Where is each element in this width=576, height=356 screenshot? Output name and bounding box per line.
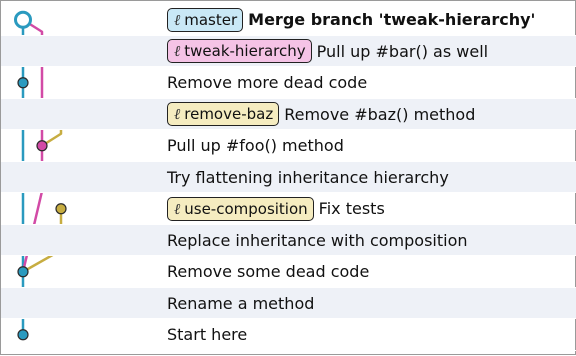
commit-message: Pull up #bar() as well bbox=[316, 41, 489, 61]
commit-row[interactable]: ℓ remove-baz Remove #baz() method bbox=[1, 98, 576, 131]
commit-row[interactable]: Pull up #foo() method bbox=[1, 130, 576, 162]
commit-row[interactable]: Rename a method bbox=[1, 287, 576, 320]
branch-label[interactable]: ℓ use-composition bbox=[167, 196, 314, 221]
commit-row[interactable]: Replace inheritance with composition bbox=[1, 224, 576, 257]
branch-label[interactable]: ℓ tweak-hierarchy bbox=[167, 39, 312, 64]
branch-label[interactable]: ℓ remove-baz bbox=[167, 102, 280, 127]
commit-message: Remove some dead code bbox=[167, 262, 370, 281]
commit-row-content: Remove some dead code bbox=[167, 256, 369, 288]
branch-icon: ℓ bbox=[174, 42, 181, 61]
commit-row[interactable]: ℓ tweak-hierarchy Pull up #bar() as well bbox=[1, 35, 576, 68]
commit-row[interactable]: ℓ use-composition Fix tests bbox=[1, 193, 576, 225]
commit-message: Rename a method bbox=[167, 293, 315, 313]
branch-label-text: tweak-hierarchy bbox=[184, 42, 306, 61]
commit-message: Merge branch 'tweak-hierarchy' bbox=[248, 10, 536, 29]
commit-row-content: ℓ remove-baz Remove #baz() method bbox=[167, 99, 475, 131]
commit-row[interactable]: Start here bbox=[1, 319, 576, 351]
commit-message: Remove #baz() method bbox=[284, 104, 476, 124]
branch-label[interactable]: ℓ master bbox=[167, 7, 244, 32]
commit-row-content: Replace inheritance with composition bbox=[167, 225, 468, 257]
commit-message: Fix tests bbox=[318, 199, 385, 218]
commit-message: Replace inheritance with composition bbox=[167, 230, 468, 250]
commit-row[interactable]: ℓ master Merge branch 'tweak-hierarchy' bbox=[1, 4, 576, 36]
commit-message: Start here bbox=[167, 325, 248, 344]
branch-icon: ℓ bbox=[174, 199, 181, 218]
commit-history-panel: ℓ master Merge branch 'tweak-hierarchy' ℓ tw… bbox=[0, 0, 576, 355]
commit-row[interactable]: Remove more dead code bbox=[1, 67, 576, 99]
commit-row-content: ℓ master Merge branch 'tweak-hierarchy' bbox=[167, 4, 535, 36]
branch-label-text: master bbox=[184, 10, 238, 29]
commit-row-content: Pull up #foo() method bbox=[167, 130, 344, 162]
commit-message: Pull up #foo() method bbox=[167, 136, 344, 155]
commit-row[interactable]: Try flattening inheritance hierarchy bbox=[1, 161, 576, 194]
commit-message: Remove more dead code bbox=[167, 73, 368, 92]
commit-row[interactable]: Remove some dead code bbox=[1, 256, 576, 288]
commit-row-content: Remove more dead code bbox=[167, 67, 367, 99]
commit-message: Try flattening inheritance hierarchy bbox=[167, 167, 449, 187]
branch-icon: ℓ bbox=[174, 10, 181, 29]
commit-row-content: Try flattening inheritance hierarchy bbox=[167, 162, 449, 194]
branch-label-text: use-composition bbox=[184, 199, 308, 218]
commit-row-content: ℓ tweak-hierarchy Pull up #bar() as well bbox=[167, 36, 488, 68]
commit-row-content: Rename a method bbox=[167, 288, 314, 320]
branch-icon: ℓ bbox=[174, 105, 181, 124]
branch-label-text: remove-baz bbox=[184, 105, 274, 124]
commit-row-content: ℓ use-composition Fix tests bbox=[167, 193, 385, 225]
commit-list: ℓ master Merge branch 'tweak-hierarchy' ℓ tw… bbox=[1, 4, 576, 351]
commit-row-content: Start here bbox=[167, 319, 247, 351]
